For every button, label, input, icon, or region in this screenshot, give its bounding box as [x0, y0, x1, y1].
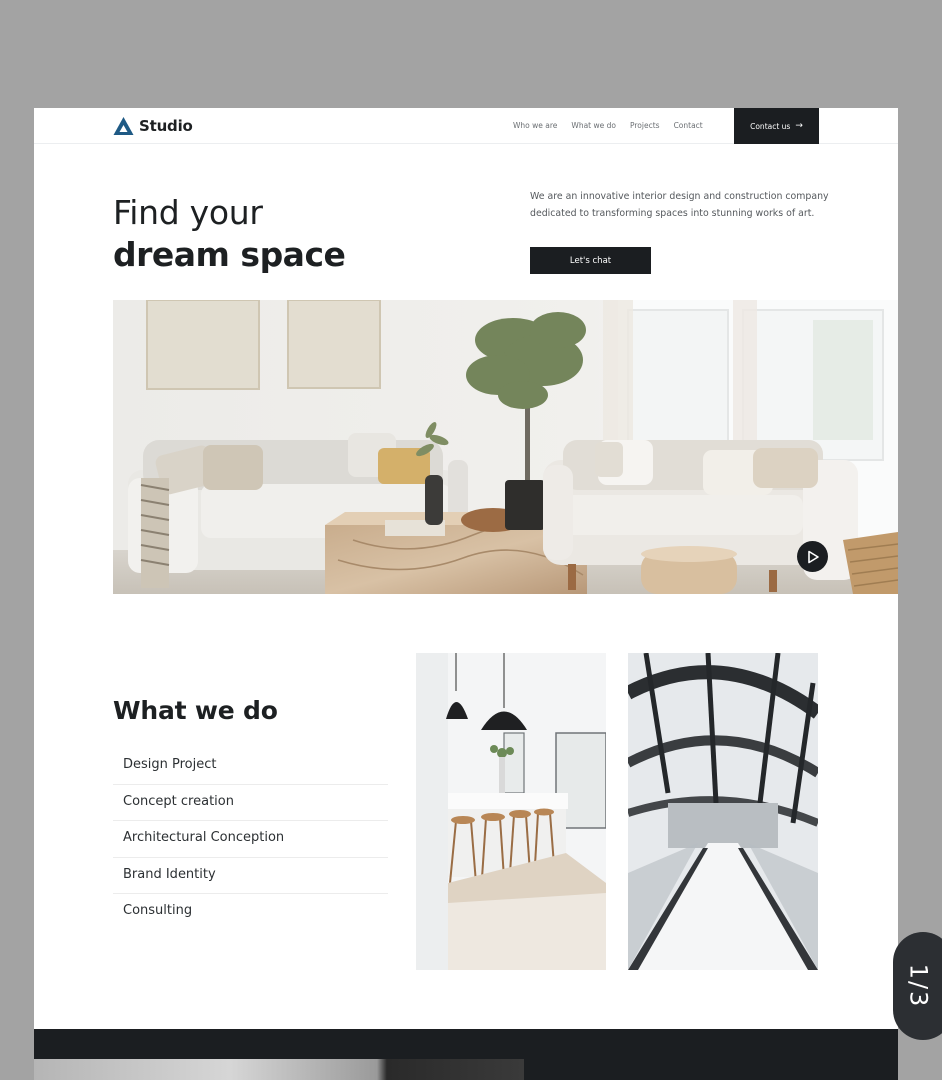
footer-image-strip — [34, 1059, 524, 1080]
hero-title-line2: dream space — [113, 235, 346, 274]
site-header: Studio Who we are What we do Projects Co… — [34, 108, 898, 144]
arrow-right-icon: → — [795, 121, 803, 131]
service-item-consulting[interactable]: Consulting — [113, 894, 388, 931]
architecture-interior-image — [628, 653, 818, 970]
hero-living-room-image — [113, 300, 898, 594]
service-item-concept-creation[interactable]: Concept creation — [113, 785, 388, 821]
hero-title-line1: Find your — [113, 193, 263, 232]
hero-title: Find your dream space — [113, 192, 346, 276]
nav-item-who-we-are[interactable]: Who we are — [513, 121, 557, 130]
main-nav: Who we are What we do Projects Contact — [513, 121, 703, 130]
landing-page: Studio Who we are What we do Projects Co… — [34, 108, 898, 1080]
service-item-architectural-conception[interactable]: Architectural Conception — [113, 821, 388, 858]
logo-triangle-icon — [113, 117, 134, 135]
play-icon — [807, 550, 819, 563]
service-item-design-project[interactable]: Design Project — [113, 748, 388, 785]
contact-us-label: Contact us — [750, 121, 791, 131]
brand-name: Studio — [139, 117, 193, 135]
play-video-button[interactable] — [797, 541, 828, 572]
contact-us-button[interactable]: Contact us → — [734, 108, 819, 144]
kitchen-interior-image — [416, 653, 606, 970]
page-indicator[interactable]: 1/3 — [893, 932, 942, 1040]
nav-item-contact[interactable]: Contact — [674, 121, 703, 130]
footer-dark-section — [34, 1029, 898, 1080]
hero-description: We are an innovative interior design and… — [530, 191, 829, 219]
what-we-do-title: What we do — [113, 696, 278, 725]
services-list: Design Project Concept creation Architec… — [113, 748, 388, 931]
nav-item-what-we-do[interactable]: What we do — [571, 121, 616, 130]
nav-item-projects[interactable]: Projects — [630, 121, 660, 130]
logo[interactable]: Studio — [113, 116, 193, 136]
service-item-brand-identity[interactable]: Brand Identity — [113, 858, 388, 894]
page-indicator-label: 1/3 — [904, 963, 932, 1009]
lets-chat-button[interactable]: Let's chat — [530, 247, 651, 274]
